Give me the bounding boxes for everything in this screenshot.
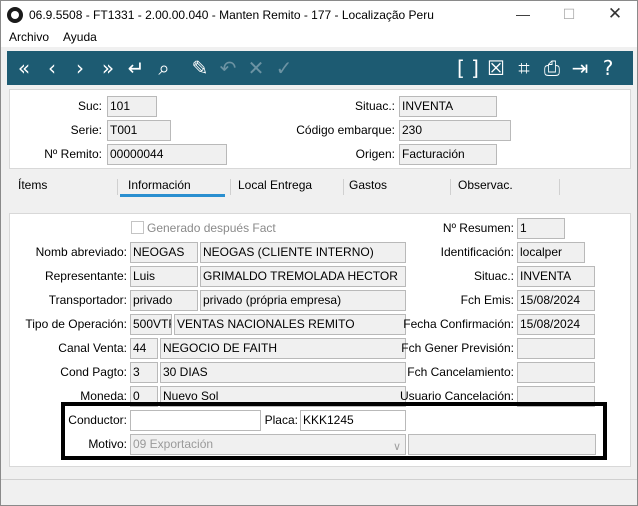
tab-observac[interactable]: Observac. bbox=[458, 175, 513, 197]
header-situac-label: Situac.: bbox=[354, 99, 395, 113]
print-icon[interactable]: ⎙ bbox=[539, 54, 565, 82]
close-window-button[interactable]: ✕ bbox=[593, 3, 637, 27]
cond-code-field[interactable]: 3 bbox=[130, 362, 158, 383]
search-icon[interactable]: ⌕ bbox=[151, 54, 177, 82]
menu-ayuda[interactable]: Ayuda bbox=[63, 30, 97, 44]
undo-icon[interactable]: ↶ bbox=[215, 54, 241, 82]
tipo-desc-field[interactable]: VENTAS NACIONALES REMITO bbox=[174, 314, 406, 335]
cancel-icon[interactable]: ✕ bbox=[243, 54, 269, 82]
canal-desc-field[interactable]: NEGOCIO DE FAITH bbox=[160, 338, 406, 359]
serie-label: Serie: bbox=[70, 123, 102, 137]
previous-record-icon[interactable]: ‹ bbox=[39, 54, 65, 82]
confirm-field[interactable]: 15/08/2024 bbox=[517, 314, 595, 335]
exit-icon[interactable]: ⇥ bbox=[567, 54, 593, 82]
embarque-label: Código embarque: bbox=[296, 123, 395, 137]
status-bar bbox=[1, 479, 637, 505]
app-window: 06.9.5508 - FT1331 - 2.00.00.040 - Mante… bbox=[0, 0, 638, 506]
trans-label: Transportador: bbox=[48, 293, 127, 307]
nomb-code-field[interactable]: NEOGAS bbox=[130, 242, 198, 263]
tab-divider bbox=[343, 179, 344, 195]
serie-field[interactable]: T001 bbox=[107, 120, 171, 141]
rep-code-field[interactable]: Luis bbox=[130, 266, 198, 287]
tab-divider bbox=[117, 179, 118, 195]
app-logo-icon bbox=[7, 7, 23, 23]
usuario-label: Usuario Cancelación: bbox=[399, 389, 514, 403]
brackets-icon[interactable]: [ ] bbox=[453, 54, 483, 82]
rep-desc-field[interactable]: GRIMALDO TREMOLADA HECTOR bbox=[200, 266, 406, 287]
tab-informacion[interactable]: Información bbox=[120, 175, 225, 197]
ident-label: Identificación: bbox=[440, 245, 514, 259]
cond-label: Cond Pagto: bbox=[60, 365, 127, 379]
rep-label: Representante: bbox=[44, 269, 127, 283]
highlight-annotation-box bbox=[61, 402, 607, 460]
prevision-label: Fch Gener Previsión: bbox=[401, 341, 514, 355]
tab-items[interactable]: Ítems bbox=[18, 175, 47, 197]
cancel-label: Fch Cancelamiento: bbox=[407, 365, 514, 379]
tree-icon[interactable]: ⌗ bbox=[511, 54, 537, 82]
tab-local-entrega[interactable]: Local Entrega bbox=[238, 175, 312, 197]
first-record-icon[interactable]: « bbox=[11, 54, 37, 82]
emis-field[interactable]: 15/08/2024 bbox=[517, 290, 595, 311]
ident-field[interactable]: localper bbox=[517, 242, 585, 263]
resumen-label: Nº Resumen: bbox=[442, 221, 514, 235]
goto-record-icon[interactable]: ↵ bbox=[123, 54, 149, 82]
trans-code-field[interactable]: privado bbox=[130, 290, 198, 311]
embarque-field[interactable]: 230 bbox=[399, 120, 511, 141]
edit-icon[interactable]: ✎ bbox=[187, 54, 213, 82]
tab-gastos[interactable]: Gastos bbox=[349, 175, 387, 197]
origen-field[interactable]: Facturación bbox=[399, 144, 497, 165]
last-record-icon[interactable]: » bbox=[95, 54, 121, 82]
suc-label: Suc: bbox=[77, 99, 102, 113]
tipo-label: Tipo de Operación: bbox=[25, 317, 127, 331]
suc-field[interactable]: 101 bbox=[107, 96, 157, 117]
tab-divider bbox=[450, 179, 451, 195]
tab-divider bbox=[230, 179, 231, 195]
remito-field[interactable]: 00000044 bbox=[107, 144, 227, 165]
nomb-label: Nomb abreviado: bbox=[35, 245, 127, 259]
moneda-label: Moneda: bbox=[80, 389, 127, 403]
close-box-icon[interactable]: ☒ bbox=[483, 54, 509, 82]
maximize-button[interactable]: ☐ bbox=[547, 3, 591, 27]
canal-label: Canal Venta: bbox=[58, 341, 127, 355]
prevision-field[interactable] bbox=[517, 338, 595, 359]
canal-code-field[interactable]: 44 bbox=[130, 338, 158, 359]
info-situac-label: Situac.: bbox=[473, 269, 514, 283]
info-situac-field[interactable]: INVENTA bbox=[517, 266, 595, 287]
help-icon[interactable]: ? bbox=[595, 54, 621, 82]
menu-bar: Archivo Ayuda bbox=[1, 29, 637, 47]
menu-archivo[interactable]: Archivo bbox=[9, 30, 49, 44]
confirm-label: Fecha Confirmación: bbox=[403, 317, 514, 331]
cond-desc-field[interactable]: 30 DIAS bbox=[160, 362, 406, 383]
toolbar: « ‹ › » ↵ ⌕ ✎ ↶ ✕ ✓ [ ] ☒ ⌗ ⎙ ⇥ ? bbox=[7, 51, 633, 85]
emis-label: Fch Emis: bbox=[460, 293, 514, 307]
cancel-field[interactable] bbox=[517, 362, 595, 383]
title-bar: 06.9.5508 - FT1331 - 2.00.00.040 - Mante… bbox=[1, 1, 637, 29]
header-panel: Suc: 101 Serie: T001 Nº Remito: 00000044… bbox=[9, 89, 631, 169]
header-situac-field[interactable]: INVENTA bbox=[399, 96, 497, 117]
tab-bar: Ítems Información Local Entrega Gastos O… bbox=[9, 175, 631, 197]
generado-label: Generado después Fact bbox=[147, 221, 276, 235]
resumen-field[interactable]: 1 bbox=[517, 218, 565, 239]
tipo-code-field[interactable]: 500VTR bbox=[130, 314, 172, 335]
nomb-desc-field[interactable]: NEOGAS (CLIENTE INTERNO) bbox=[200, 242, 406, 263]
minimize-button[interactable]: — bbox=[501, 3, 545, 27]
generado-checkbox[interactable] bbox=[131, 221, 144, 234]
trans-desc-field[interactable]: privado (própria empresa) bbox=[200, 290, 406, 311]
remito-label: Nº Remito: bbox=[44, 147, 102, 161]
confirm-icon[interactable]: ✓ bbox=[271, 54, 297, 82]
next-record-icon[interactable]: › bbox=[67, 54, 93, 82]
window-title: 06.9.5508 - FT1331 - 2.00.00.040 - Mante… bbox=[29, 8, 434, 22]
tab-divider bbox=[559, 179, 560, 195]
origen-label: Origen: bbox=[355, 147, 395, 161]
